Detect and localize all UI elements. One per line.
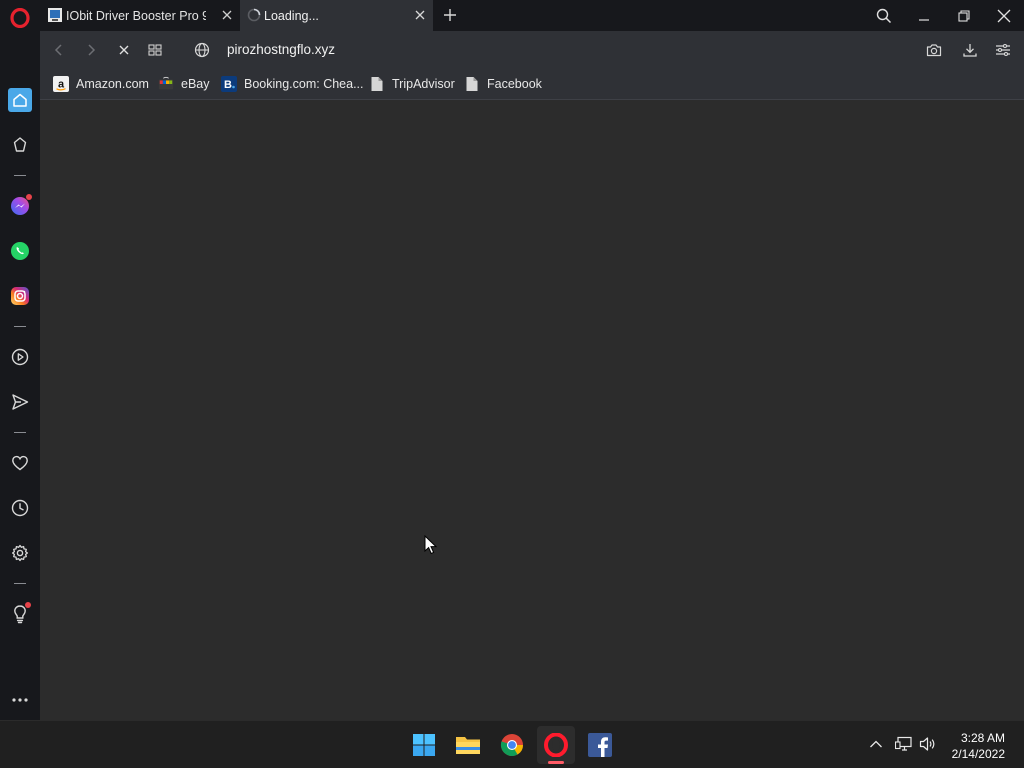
ebay-icon	[158, 76, 174, 92]
whatsapp-icon[interactable]	[8, 239, 32, 263]
tips-lightbulb-icon[interactable]	[8, 602, 32, 626]
address-bar: pirozhostngflo.xyz	[40, 31, 1024, 68]
back-button[interactable]	[49, 40, 69, 60]
bookmark-label: eBay	[181, 77, 210, 91]
tab-strip: IObit Driver Booster Pro 9. Loading...	[40, 0, 1024, 31]
sidebar-divider	[14, 432, 26, 433]
clock-date: 2/14/2022	[951, 747, 1005, 761]
settings-gear-icon[interactable]	[8, 541, 32, 565]
tab-title: IObit Driver Booster Pro 9.	[66, 8, 206, 23]
new-tab-plus-icon[interactable]	[442, 7, 458, 23]
minimize-button[interactable]	[904, 0, 944, 31]
bookmark-ebay[interactable]: eBay	[158, 75, 210, 93]
tab-close-icon[interactable]	[220, 8, 234, 22]
network-icon[interactable]	[894, 734, 914, 754]
loading-spinner-icon	[247, 8, 261, 22]
speed-dial-home-icon[interactable]	[8, 88, 32, 112]
iobit-favicon	[47, 7, 63, 23]
instagram-icon[interactable]	[8, 284, 32, 308]
url-field[interactable]: pirozhostngflo.xyz	[227, 42, 335, 57]
messenger-notification-dot	[26, 194, 32, 200]
player-icon[interactable]	[8, 345, 32, 369]
bookmark-tripadvisor[interactable]: TripAdvisor	[369, 75, 455, 93]
search-tabs-icon[interactable]	[864, 0, 904, 31]
site-info-globe-icon[interactable]	[192, 40, 212, 60]
opera-menu-icon[interactable]	[8, 6, 32, 30]
file-explorer-icon[interactable]	[449, 726, 487, 764]
history-clock-icon[interactable]	[8, 496, 32, 520]
windows-start-icon[interactable]	[405, 726, 443, 764]
active-app-indicator	[548, 761, 564, 764]
clock-time: 3:28 AM	[960, 731, 1005, 745]
sidebar-more-icon[interactable]	[8, 688, 32, 712]
web-content-area[interactable]	[40, 100, 1024, 720]
forward-button[interactable]	[81, 40, 101, 60]
windows-taskbar: 3:28 AM 2/14/2022	[0, 720, 1024, 768]
downloads-icon[interactable]	[960, 40, 980, 60]
messenger-icon[interactable]	[8, 194, 32, 218]
bookmark-amazon[interactable]: a Amazon.com	[53, 75, 149, 93]
browser-sidebar	[0, 0, 40, 720]
booking-icon: B	[221, 76, 237, 92]
bookmark-label: Facebook	[487, 77, 542, 91]
sidebar-divider	[14, 175, 26, 176]
volume-icon[interactable]	[918, 734, 938, 754]
tab-iobit[interactable]: IObit Driver Booster Pro 9.	[40, 0, 240, 31]
snapshot-camera-icon[interactable]	[924, 40, 944, 60]
chrome-icon[interactable]	[493, 726, 531, 764]
stop-loading-button[interactable]	[114, 40, 134, 60]
bookmark-label: Booking.com: Chea...	[244, 77, 364, 91]
system-clock[interactable]: 3:28 AM 2/14/2022	[952, 730, 1005, 762]
restore-button[interactable]	[944, 0, 984, 31]
easy-setup-icon[interactable]	[993, 40, 1013, 60]
tab-overview-icon[interactable]	[145, 40, 165, 60]
bookmark-label: TripAdvisor	[392, 77, 455, 91]
sidebar-divider	[14, 583, 26, 584]
pinboards-heart-icon[interactable]	[8, 451, 32, 475]
opera-icon[interactable]	[537, 726, 575, 764]
show-hidden-icons-chevron-icon[interactable]	[866, 734, 886, 754]
sidebar-divider	[14, 326, 26, 327]
bookmark-label: Amazon.com	[76, 77, 149, 91]
facebook-icon[interactable]	[581, 726, 619, 764]
tab-close-icon[interactable]	[413, 8, 427, 22]
bookmark-facebook[interactable]: Facebook	[464, 75, 542, 93]
tab-title: Loading...	[264, 8, 319, 23]
send-flow-icon[interactable]	[8, 390, 32, 414]
svg-text:B: B	[224, 79, 232, 91]
tips-notification-dot	[25, 602, 31, 608]
tab-loading[interactable]: Loading...	[240, 0, 433, 31]
bookmarks-sidebar-icon[interactable]	[8, 133, 32, 157]
mouse-cursor-icon	[424, 535, 438, 555]
close-window-button[interactable]	[984, 0, 1024, 31]
amazon-icon: a	[53, 76, 69, 92]
page-icon	[369, 76, 385, 92]
bookmark-booking[interactable]: B Booking.com: Chea...	[221, 75, 364, 93]
page-icon	[464, 76, 480, 92]
bookmarks-bar: a Amazon.com eBay B Booking.com: Chea...…	[40, 68, 1024, 100]
